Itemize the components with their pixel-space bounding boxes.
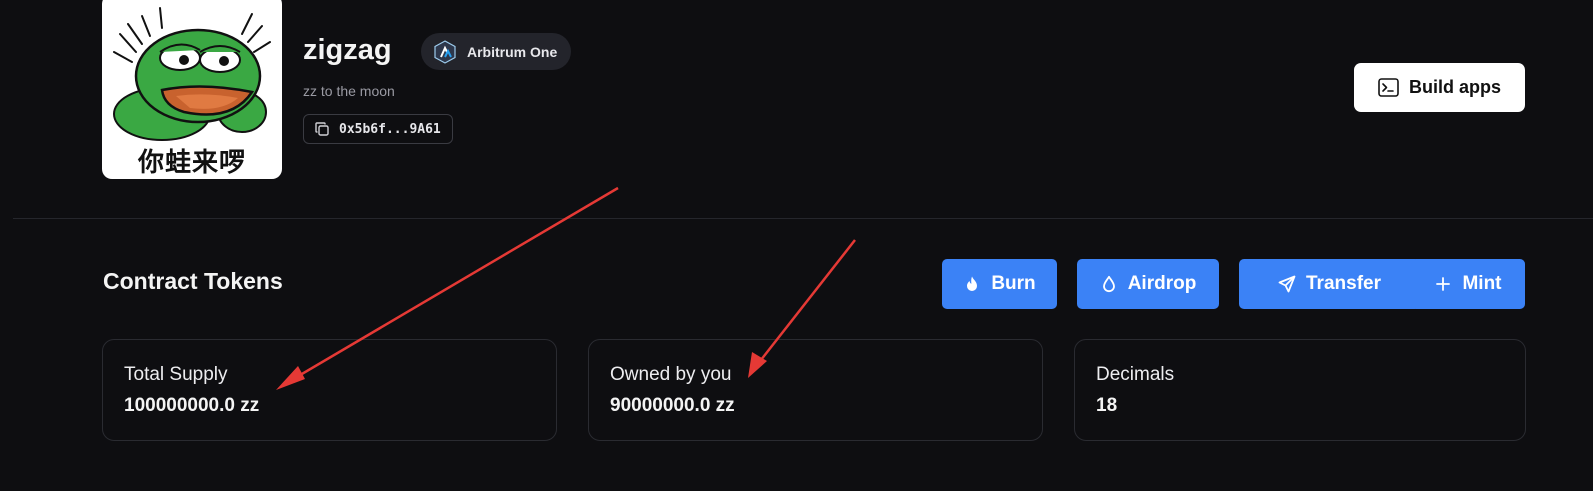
owned-by-you-card: Owned by you 90000000.0 zz bbox=[588, 339, 1043, 441]
arbitrum-icon bbox=[434, 39, 456, 64]
stat-value: 18 bbox=[1096, 395, 1118, 416]
chain-badge: Arbitrum One bbox=[421, 33, 572, 70]
build-apps-button[interactable]: Build apps bbox=[1354, 63, 1525, 112]
mint-label: Mint bbox=[1462, 273, 1502, 294]
transfer-label: Transfer bbox=[1306, 273, 1381, 294]
stat-value: 100000000.0 zz bbox=[124, 395, 260, 416]
token-name: zigzag bbox=[303, 34, 392, 66]
transfer-button[interactable]: Transfer bbox=[1239, 259, 1420, 309]
header-divider bbox=[13, 218, 1593, 219]
stat-label: Total Supply bbox=[124, 364, 228, 385]
copy-address-button[interactable]: 0x5b6f...9A61 bbox=[303, 114, 453, 144]
section-title: Contract Tokens bbox=[103, 268, 283, 294]
droplet-icon bbox=[1102, 275, 1115, 293]
plus-icon bbox=[1436, 277, 1451, 291]
total-supply-card: Total Supply 100000000.0 zz bbox=[102, 339, 557, 441]
decimals-card: Decimals 18 bbox=[1074, 339, 1526, 441]
flame-icon bbox=[967, 276, 978, 291]
airdrop-label: Airdrop bbox=[1127, 273, 1197, 294]
contract-address: 0x5b6f...9A61 bbox=[339, 121, 441, 137]
token-page: 你蛙来啰 zigzag Arbitrum One zz to the moon … bbox=[0, 0, 1593, 491]
stat-label: Decimals bbox=[1096, 364, 1175, 385]
send-icon bbox=[1278, 275, 1296, 293]
stat-value: 90000000.0 zz bbox=[610, 395, 735, 416]
burn-label: Burn bbox=[991, 273, 1036, 294]
chain-label: Arbitrum One bbox=[467, 43, 558, 60]
mint-button[interactable]: Mint bbox=[1411, 259, 1525, 309]
airdrop-button[interactable]: Airdrop bbox=[1077, 259, 1219, 309]
terminal-icon bbox=[1378, 78, 1399, 97]
burn-button[interactable]: Burn bbox=[942, 259, 1057, 309]
copy-icon bbox=[315, 122, 329, 136]
token-description: zz to the moon bbox=[303, 83, 395, 99]
avatar-caption: 你蛙来啰 bbox=[137, 148, 246, 178]
token-avatar: 你蛙来啰 bbox=[102, 0, 282, 179]
stat-label: Owned by you bbox=[610, 364, 732, 385]
build-apps-label: Build apps bbox=[1408, 77, 1501, 97]
